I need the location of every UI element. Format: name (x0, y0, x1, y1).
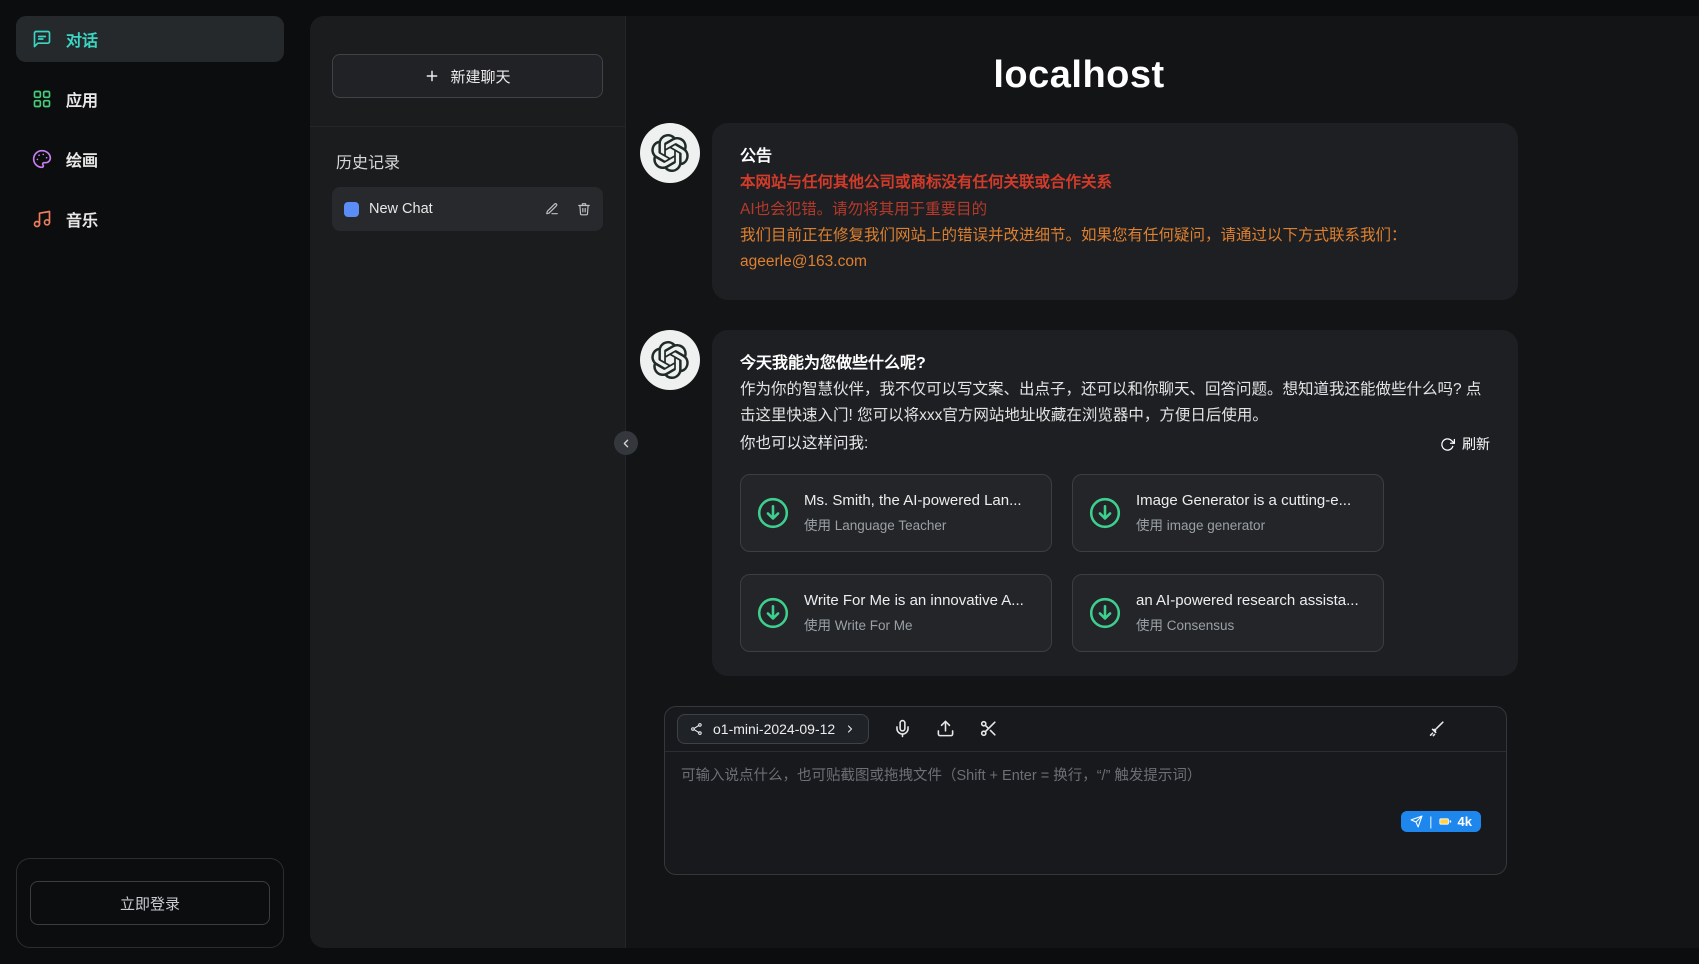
suggestion-title: Write For Me is an innovative A... (804, 591, 1024, 611)
sidebar-item-label: 应用 (66, 87, 98, 111)
suggestion-subtitle: 使用 image generator (1136, 517, 1351, 535)
announcement-line: 本网站与任何其他公司或商标没有任何关联或合作关系 (740, 170, 1490, 196)
token-count: 4k (1458, 814, 1472, 829)
scissors-icon[interactable] (979, 719, 998, 738)
contact-email-link[interactable]: ageerle@163.com (740, 253, 867, 270)
broom-clear-icon[interactable] (1427, 719, 1446, 738)
blue-square-icon (344, 202, 359, 217)
welcome-bubble: 今天我能为您做些什么呢? 作为你的智慧伙伴，我不仅可以写文案、出点子，还可以和你… (712, 330, 1518, 676)
trash-icon[interactable] (577, 202, 591, 216)
badge-divider: | (1429, 814, 1432, 829)
announcement-line: AI也会犯错。请勿将其用于重要目的 (740, 197, 1490, 223)
chevron-right-icon (844, 723, 856, 735)
suggestion-subtitle: 使用 Write For Me (804, 617, 1024, 635)
suggestion-title: Ms. Smith, the AI-powered Lan... (804, 491, 1022, 511)
workspace: 新建聊天 历史记录 New Chat localhost (310, 16, 1699, 948)
welcome-heading: 今天我能为您做些什么呢? (740, 350, 1490, 377)
main-chat-area: localhost 公告 本网站与任何其他公司或商标没有任何关联或合作关系 AI… (626, 16, 1699, 948)
suggestion-subtitle: 使用 Consensus (1136, 617, 1359, 635)
new-chat-label: 新建聊天 (450, 66, 510, 87)
edit-icon[interactable] (545, 202, 559, 216)
sidebar: 对话 应用 绘画 音乐 立即登录 (0, 0, 300, 964)
mic-icon[interactable] (893, 719, 912, 738)
history-title: 历史记录 (336, 149, 603, 173)
chat-history-item[interactable]: New Chat (332, 187, 603, 231)
send-icon (1410, 815, 1423, 828)
token-send-badge[interactable]: | 4k (1401, 811, 1481, 832)
welcome-body: 作为你的智慧伙伴，我不仅可以写文案、出点子，还可以和你聊天、回答问题。想知道我还… (740, 377, 1490, 430)
announcement-heading: 公告 (740, 143, 1490, 170)
suggestion-card[interactable]: an AI-powered research assista... 使用 Con… (1072, 574, 1384, 652)
openai-logo-icon (651, 134, 689, 172)
assistant-avatar (640, 330, 700, 390)
message-announcement: 公告 本网站与任何其他公司或商标没有任何关联或合作关系 AI也会犯错。请勿将其用… (640, 123, 1518, 300)
openai-logo-icon (651, 341, 689, 379)
plus-icon (424, 68, 440, 84)
sidebar-login-card: 立即登录 (16, 858, 284, 948)
new-chat-button[interactable]: 新建聊天 (332, 54, 603, 98)
message-welcome: 今天我能为您做些什么呢? 作为你的智慧伙伴，我不仅可以写文案、出点子，还可以和你… (640, 330, 1518, 676)
refresh-label: 刷新 (1462, 433, 1490, 457)
upload-icon[interactable] (936, 719, 955, 738)
suggestion-grid: Ms. Smith, the AI-powered Lan... 使用 Lang… (740, 474, 1490, 652)
message-input[interactable] (681, 766, 1490, 832)
suggestion-title: Image Generator is a cutting-e... (1136, 491, 1351, 511)
chat-icon (32, 29, 52, 49)
sidebar-item-chat[interactable]: 对话 (16, 16, 284, 62)
divider (310, 126, 625, 127)
page-title: localhost (640, 54, 1518, 97)
assistant-avatar (640, 123, 700, 183)
sidebar-item-drawing[interactable]: 绘画 (16, 136, 284, 182)
suggestion-card[interactable]: Image Generator is a cutting-e... 使用 ima… (1072, 474, 1384, 552)
refresh-icon (1440, 437, 1455, 452)
install-circle-icon (1087, 595, 1123, 631)
suggestion-subtitle: 使用 Language Teacher (804, 517, 1022, 535)
suggestion-title: an AI-powered research assista... (1136, 591, 1359, 611)
model-selector[interactable]: o1-mini-2024-09-12 (677, 714, 869, 744)
suggestion-card[interactable]: Ms. Smith, the AI-powered Lan... 使用 Lang… (740, 474, 1052, 552)
sidebar-item-label: 对话 (66, 27, 98, 51)
sidebar-item-label: 绘画 (66, 147, 98, 171)
login-button[interactable]: 立即登录 (30, 881, 270, 925)
apps-grid-icon (32, 89, 52, 109)
sidebar-item-music[interactable]: 音乐 (16, 196, 284, 242)
chat-list-panel: 新建聊天 历史记录 New Chat (310, 16, 626, 948)
install-circle-icon (755, 595, 791, 631)
suggestion-card[interactable]: Write For Me is an innovative A... 使用 Wr… (740, 574, 1052, 652)
chat-item-title: New Chat (369, 201, 527, 217)
ask-hint: 你也可以这样问我: (740, 431, 868, 457)
install-circle-icon (1087, 495, 1123, 531)
sidebar-item-label: 音乐 (66, 207, 98, 231)
install-circle-icon (755, 495, 791, 531)
palette-icon (32, 149, 52, 169)
collapse-panel-button[interactable] (614, 431, 638, 455)
model-name: o1-mini-2024-09-12 (713, 721, 835, 737)
refresh-button[interactable]: 刷新 (1440, 433, 1490, 457)
model-nodes-icon (690, 722, 704, 736)
chevron-left-icon (620, 437, 633, 450)
sidebar-item-apps[interactable]: 应用 (16, 76, 284, 122)
battery-icon (1439, 815, 1452, 828)
announcement-bubble: 公告 本网站与任何其他公司或商标没有任何关联或合作关系 AI也会犯错。请勿将其用… (712, 123, 1518, 300)
announcement-line: 我们目前正在修复我们网站上的错误并改进细节。如果您有任何疑问，请通过以下方式联系… (740, 223, 1490, 249)
music-note-icon (32, 209, 52, 229)
composer: o1-mini-2024-09-12 (664, 706, 1507, 875)
